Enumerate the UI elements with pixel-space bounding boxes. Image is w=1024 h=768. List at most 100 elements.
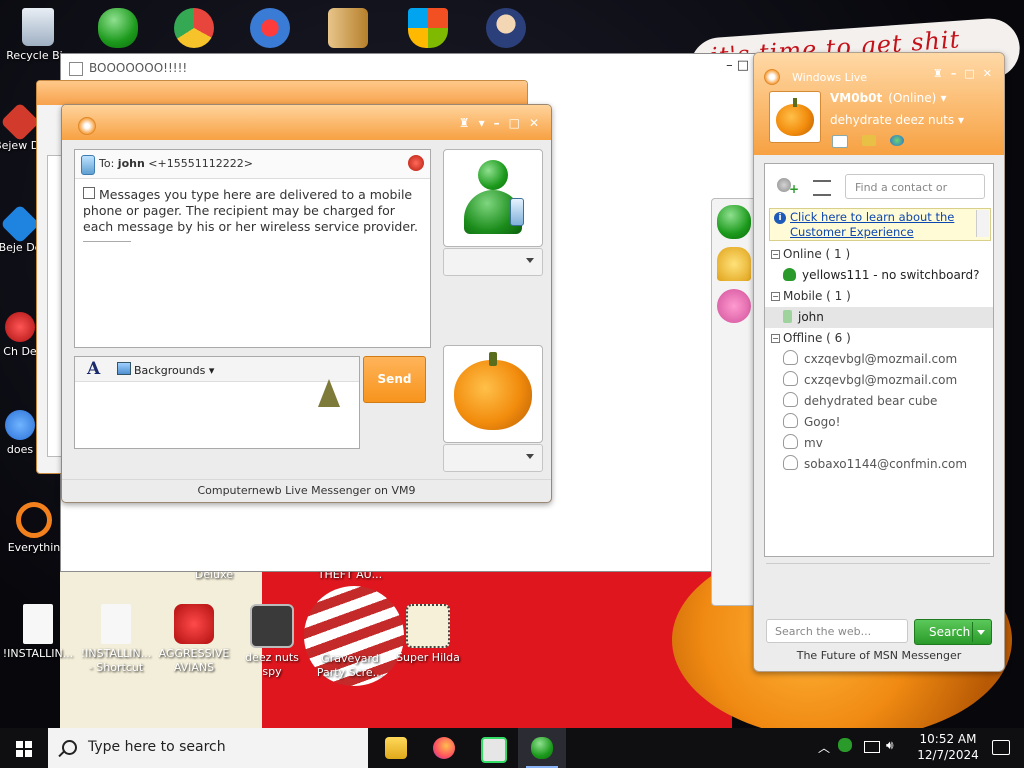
brand-label: Windows Live [792,71,868,84]
my-display-picture[interactable] [443,345,543,443]
collapse-icon: − [771,292,780,301]
menu-dropdown-button[interactable]: ▾ [479,116,485,130]
conversation-window[interactable]: ♜ ▾ – □ ✕ To: john <+15551112222> Messag… [61,104,552,503]
my-picture-dropdown[interactable] [443,444,543,472]
contact-item[interactable]: sobaxo1144@confmin.com [765,454,993,475]
desktop-icon-shield[interactable] [390,8,466,51]
web-search-input[interactable]: Search the web... [766,619,908,643]
maximize-button[interactable]: □ [964,67,974,80]
desktop-icon-game[interactable] [468,8,544,51]
contact-display-picture[interactable] [443,149,543,247]
contact-list-window[interactable]: Windows Live ♜ – □ ✕ VM0b0t (Online) ▾ de… [753,52,1005,672]
desktop-icon-label: AGGRESSIVE AVIANS [158,647,230,674]
my-personal-message[interactable]: dehydrate deez nuts ▾ [830,113,964,127]
notifications-icon[interactable] [992,740,1010,755]
my-name[interactable]: VM0b0t (Online) ▾ [830,91,947,105]
offline-buddy-icon [783,434,798,449]
minimize-button[interactable]: – [951,67,957,80]
background-window-controls[interactable]: – □ [726,58,749,73]
backgrounds-button[interactable]: Backgrounds ▾ [117,362,214,377]
mobile-notice: Messages you type here are delivered to … [75,179,430,242]
customer-experience-link[interactable]: Click here to learn about the Customer E… [790,210,970,240]
contact-item[interactable]: john [765,307,993,328]
font-button[interactable]: A [87,359,100,379]
paint-bucket-icon[interactable]: ♜ [459,116,470,130]
flower-icon[interactable] [717,289,751,323]
info-scrollbar[interactable] [976,210,989,237]
contact-item[interactable]: mv [765,433,993,454]
volume-icon[interactable]: 🔊︎ [886,738,894,753]
collapse-icon: − [771,334,780,343]
info-bar: i Click here to learn about the Customer… [769,208,991,241]
group-label: Mobile ( 1 ) [783,289,851,303]
close-button[interactable]: ✕ [529,116,539,130]
close-button[interactable]: ✕ [983,67,992,80]
search-button[interactable]: Search [914,619,992,645]
taskbar-firefox[interactable] [420,728,468,768]
offline-buddy-icon [783,371,798,386]
chrome-icon [174,8,214,48]
game-icon [486,8,526,48]
buddy-icon[interactable] [717,205,751,239]
clock-date: 12/7/2024 [917,748,979,762]
network-icon[interactable] [864,741,880,753]
contact-picture-dropdown[interactable] [443,248,543,276]
spaces-icon[interactable] [890,135,904,146]
contact-item[interactable]: yellows111 - no switchboard? [765,265,993,286]
send-button[interactable]: Send [363,356,426,403]
contact-name: cxzqevbgl@mozmail.com [804,352,958,366]
desktop-icon-paint[interactable] [232,8,308,51]
conversation-history[interactable]: To: john <+15551112222> Messages you typ… [74,149,431,348]
bejeweled-icon-2 [0,204,40,244]
clock[interactable]: 10:52 AM 12/7/2024 [912,731,984,763]
maximize-button[interactable]: □ [509,116,520,130]
taskbar-search-box[interactable]: Type here to search [48,728,368,768]
folder-icon[interactable] [862,135,876,146]
group-header-mobile[interactable]: − Mobile ( 1 ) [765,286,993,307]
compose-area[interactable]: A Backgrounds ▾ [74,356,360,449]
group-header-offline[interactable]: − Offline ( 6 ) [765,328,993,349]
group-label: Online ( 1 ) [783,247,851,261]
block-icon[interactable] [408,155,424,171]
desktop-icon-angry-birds[interactable]: AGGRESSIVE AVIANS [156,604,232,675]
contact-item[interactable]: dehydrated bear cube [765,391,993,412]
my-avatar[interactable] [769,91,821,143]
desktop-icon-messenger[interactable] [80,8,156,51]
recycle-bin-icon [22,8,54,46]
to-label: To: [99,157,115,170]
desktop-icon-installing-shortcut[interactable]: !INSTALLIN... - Shortcut [78,604,154,675]
contact-list-panel: + Find a contact or number... i Click he… [764,163,994,557]
group-header-online[interactable]: − Online ( 1 ) [765,244,993,265]
firefox-icon [433,737,455,759]
my-display-name: VM0b0t [830,91,883,105]
taskbar-window-app[interactable] [468,728,516,768]
list-view-icon[interactable] [813,180,831,196]
start-button[interactable] [0,728,48,768]
chevron-up-icon[interactable]: ︿ [818,739,830,756]
taskbar: Type here to search ︿ 🔊︎ 10:52 AM 12/7/2… [0,728,1024,768]
find-contact-input[interactable]: Find a contact or number... [845,174,985,219]
mail-icon[interactable] [832,135,848,148]
paint-bucket-icon[interactable]: ♜ [933,67,943,80]
desktop-icon-super-hilda[interactable]: Super Hilda [390,604,466,665]
minimize-button[interactable]: – [494,116,500,130]
desktop-icon-installing-doc[interactable]: !INSTALLIN... [0,604,76,661]
bell-icon[interactable] [717,247,751,281]
installing-doc-icon [23,604,53,644]
recipient-line: To: john <+15551112222> [99,157,253,170]
taskbar-messenger[interactable] [518,728,566,768]
paint-icon [250,8,290,48]
desktop-icon-chrome[interactable] [156,8,232,51]
recipient-number: <+15551112222> [148,157,253,170]
offline-buddy-icon [783,413,798,428]
chevron-down-icon[interactable] [977,630,985,635]
taskbar-file-explorer[interactable] [372,728,420,768]
nudge-icon[interactable] [318,379,340,407]
contact-item[interactable]: Gogo! [765,412,993,433]
contact-name: cxzqevbgl@mozmail.com [804,373,958,387]
messenger-tray-icon[interactable] [838,738,852,752]
desktop-icon-winrar[interactable] [310,8,386,51]
contact-item[interactable]: cxzqevbgl@mozmail.com [765,349,993,370]
contact-list-header: Windows Live ♜ – □ ✕ VM0b0t (Online) ▾ de… [754,53,1004,155]
contact-item[interactable]: cxzqevbgl@mozmail.com [765,370,993,391]
